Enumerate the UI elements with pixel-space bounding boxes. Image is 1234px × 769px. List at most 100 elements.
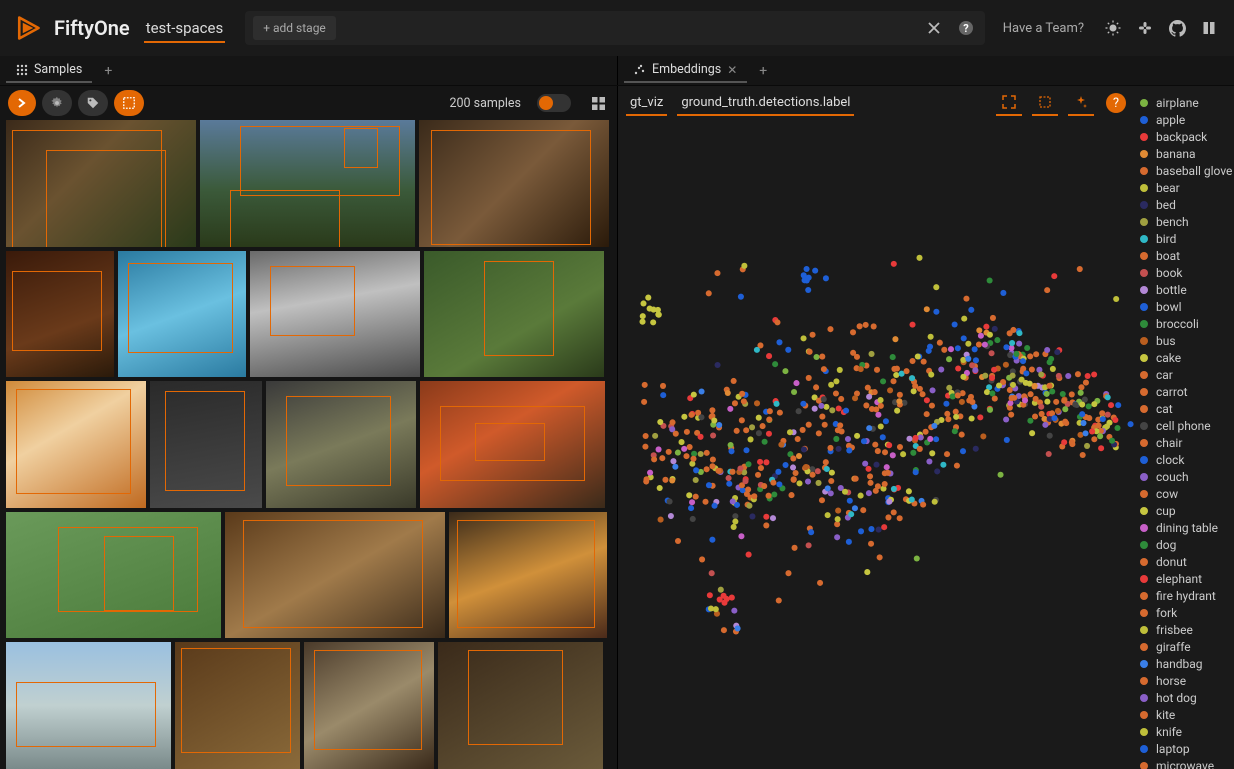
legend-item[interactable]: bench <box>1140 213 1228 230</box>
tag-button[interactable] <box>78 90 108 116</box>
legend-item[interactable]: giraffe <box>1140 638 1228 655</box>
legend-item[interactable]: clock <box>1140 451 1228 468</box>
teams-link[interactable]: Have a Team? <box>997 21 1090 36</box>
legend-item[interactable]: couch <box>1140 468 1228 485</box>
sparkle-tool-icon[interactable] <box>1068 90 1094 116</box>
legend-item[interactable]: bird <box>1140 230 1228 247</box>
legend-item[interactable]: broccoli <box>1140 315 1228 332</box>
help-icon[interactable]: ? <box>955 17 977 39</box>
sample-thumbnail[interactable] <box>250 251 420 378</box>
color-by-select[interactable]: ground_truth.detections.label <box>677 91 854 116</box>
tab-embeddings[interactable]: Embeddings ✕ <box>624 58 747 83</box>
legend-item[interactable]: laptop <box>1140 740 1228 757</box>
sample-thumbnail[interactable] <box>6 120 196 247</box>
legend-item[interactable]: cake <box>1140 349 1228 366</box>
clear-view-icon[interactable] <box>923 17 945 39</box>
dataset-selector[interactable]: test-spaces <box>144 13 226 43</box>
legend-item[interactable]: cup <box>1140 502 1228 519</box>
legend-item[interactable]: cat <box>1140 400 1228 417</box>
legend-dot-icon <box>1140 439 1148 447</box>
sample-thumbnail[interactable] <box>419 120 609 247</box>
legend-item[interactable]: bed <box>1140 196 1228 213</box>
legend-label: book <box>1156 266 1183 280</box>
github-icon[interactable] <box>1166 17 1188 39</box>
legend-item[interactable]: elephant <box>1140 570 1228 587</box>
legend-item[interactable]: book <box>1140 264 1228 281</box>
legend-dot-icon <box>1140 133 1148 141</box>
legend-item[interactable]: banana <box>1140 145 1228 162</box>
legend-item[interactable]: horse <box>1140 672 1228 689</box>
legend-item[interactable]: bear <box>1140 179 1228 196</box>
legend-item[interactable]: fire hydrant <box>1140 587 1228 604</box>
sample-thumbnail[interactable] <box>6 642 171 769</box>
scatter-plot[interactable] <box>618 120 1134 769</box>
sample-thumbnail[interactable] <box>150 381 262 508</box>
sample-thumbnail[interactable] <box>6 381 146 508</box>
tab-samples-label: Samples <box>34 62 82 77</box>
docs-icon[interactable] <box>1198 17 1220 39</box>
legend-item[interactable]: fork <box>1140 604 1228 621</box>
add-stage-button[interactable]: + add stage <box>253 16 336 40</box>
legend-item[interactable]: hot dog <box>1140 689 1228 706</box>
legend-item[interactable]: bus <box>1140 332 1228 349</box>
legend-label: bus <box>1156 334 1176 348</box>
image-grid[interactable] <box>0 120 617 769</box>
legend-dot-icon <box>1140 473 1148 481</box>
sidebar-toggle-button[interactable] <box>8 90 36 116</box>
legend-item[interactable]: microwave <box>1140 757 1228 769</box>
sample-thumbnail[interactable] <box>6 512 221 639</box>
sample-thumbnail[interactable] <box>6 251 114 378</box>
slack-icon[interactable] <box>1134 17 1156 39</box>
sample-thumbnail[interactable] <box>420 381 605 508</box>
legend-item[interactable]: donut <box>1140 553 1228 570</box>
scatter-icon <box>634 64 646 76</box>
sample-thumbnail[interactable] <box>118 251 246 378</box>
legend-item[interactable]: chair <box>1140 434 1228 451</box>
sample-thumbnail[interactable] <box>449 512 607 639</box>
sample-thumbnail[interactable] <box>266 381 416 508</box>
legend-label: frisbee <box>1156 623 1193 637</box>
legend-item[interactable]: baseball glove <box>1140 162 1228 179</box>
sample-thumbnail[interactable] <box>424 251 604 378</box>
legend-dot-icon <box>1140 456 1148 464</box>
legend-item[interactable]: knife <box>1140 723 1228 740</box>
sample-thumbnail[interactable] <box>225 512 445 639</box>
legend-item[interactable]: carrot <box>1140 383 1228 400</box>
viz-select[interactable]: gt_viz <box>626 91 667 116</box>
grid-layout-icon[interactable] <box>587 92 609 114</box>
legend-item[interactable]: dog <box>1140 536 1228 553</box>
sample-thumbnail[interactable] <box>175 642 300 769</box>
legend-item[interactable]: handbag <box>1140 655 1228 672</box>
sample-thumbnail[interactable] <box>200 120 415 247</box>
detection-bbox <box>12 271 102 351</box>
grid-size-toggle[interactable] <box>537 94 571 112</box>
tab-add-left[interactable]: + <box>96 59 120 83</box>
legend-item[interactable]: kite <box>1140 706 1228 723</box>
legend-item[interactable]: cow <box>1140 485 1228 502</box>
legend-dot-icon <box>1140 694 1148 702</box>
legend-item[interactable]: bottle <box>1140 281 1228 298</box>
legend-item[interactable]: frisbee <box>1140 621 1228 638</box>
tab-samples[interactable]: Samples <box>6 58 92 83</box>
lasso-tool-icon[interactable] <box>1032 90 1058 116</box>
settings-button[interactable] <box>42 90 72 116</box>
legend-item[interactable]: apple <box>1140 111 1228 128</box>
legend-dot-icon <box>1140 337 1148 345</box>
legend-item[interactable]: boat <box>1140 247 1228 264</box>
tab-add-right[interactable]: + <box>751 59 775 83</box>
legend-item[interactable]: backpack <box>1140 128 1228 145</box>
embeddings-help-icon[interactable]: ? <box>1106 93 1126 113</box>
legend-item[interactable]: bowl <box>1140 298 1228 315</box>
legend-item[interactable]: dining table <box>1140 519 1228 536</box>
legend-item[interactable]: airplane <box>1140 94 1228 111</box>
sample-thumbnail[interactable] <box>438 642 603 769</box>
close-icon[interactable]: ✕ <box>727 63 737 77</box>
legend-dot-icon <box>1140 575 1148 583</box>
fullscreen-tool-icon[interactable] <box>996 90 1022 116</box>
legend-item[interactable]: car <box>1140 366 1228 383</box>
theme-toggle-icon[interactable] <box>1102 17 1124 39</box>
legend-label: bear <box>1156 181 1180 195</box>
patches-button[interactable] <box>114 90 144 116</box>
legend-item[interactable]: cell phone <box>1140 417 1228 434</box>
sample-thumbnail[interactable] <box>304 642 434 769</box>
